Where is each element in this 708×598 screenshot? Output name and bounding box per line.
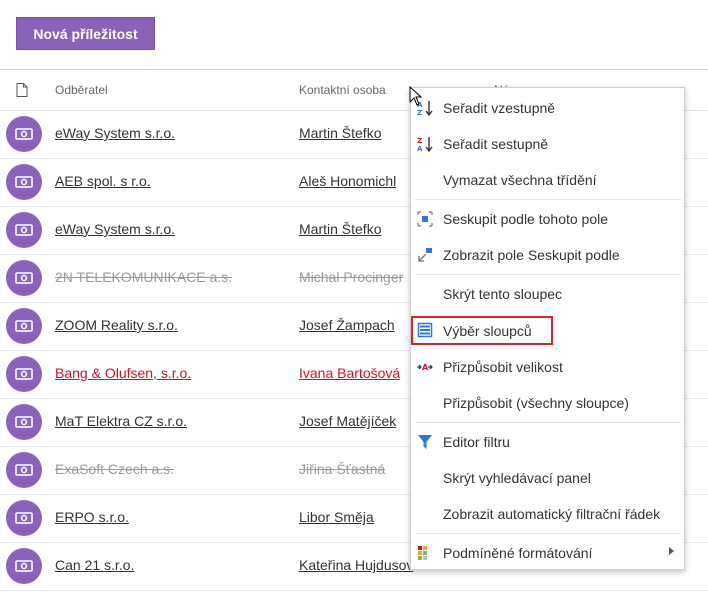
mouse-cursor-icon <box>409 86 423 106</box>
contact-link[interactable]: Ivana Bartošová <box>299 365 400 381</box>
customer-link[interactable]: MaT Elektra CZ s.r.o. <box>55 413 187 429</box>
contact-link[interactable]: Aleš Honomichl <box>299 173 396 189</box>
document-icon <box>16 83 28 97</box>
customer-link[interactable]: eWay System s.r.o. <box>55 221 175 237</box>
filter-icon <box>418 435 432 449</box>
submenu-arrow-icon <box>669 547 674 555</box>
menu-item-label: Skrýt tento sloupec <box>443 286 563 302</box>
customer-link[interactable]: Can 21 s.r.o. <box>55 557 134 573</box>
sort-descending-icon: Z A <box>417 137 433 152</box>
opportunity-icon <box>6 404 42 440</box>
menu-item-label: Seskupit podle tohoto pole <box>443 211 609 227</box>
opportunity-icon <box>6 452 42 488</box>
opportunity-icon <box>6 116 42 152</box>
contact-link[interactable]: Jiřina Šťastná <box>299 461 385 477</box>
menu-item-label: Skrýt vyhledávací panel <box>443 470 591 486</box>
grid-top-border <box>0 69 708 70</box>
conditional-formatting-icon <box>418 546 427 560</box>
opportunity-icon <box>6 356 42 392</box>
customer-link[interactable]: Bang & Olufsen, s.r.o. <box>55 365 191 381</box>
column-header-contact[interactable]: Kontaktní osoba <box>299 83 386 97</box>
customer-link[interactable]: ZOOM Reality s.r.o. <box>55 317 178 333</box>
contact-link[interactable]: Martin Štefko <box>299 125 381 141</box>
svg-text:Z: Z <box>417 109 422 116</box>
opportunity-icon <box>6 212 42 248</box>
column-chooser-icon <box>417 322 433 338</box>
customer-link[interactable]: ExaSoft Czech a.s. <box>55 461 174 477</box>
opportunity-icon <box>6 260 42 296</box>
contact-link[interactable]: Kateřina Hujdusov <box>299 557 413 573</box>
menu-item-column-chooser[interactable]: Výběr sloupců <box>411 316 553 345</box>
best-fit-icon: A <box>417 363 433 372</box>
menu-item-filter-editor[interactable]: Editor filtru <box>411 423 684 459</box>
menu-item-label: Podmíněné formátování <box>443 545 593 561</box>
opportunity-icon <box>6 548 42 584</box>
opportunity-icon <box>6 308 42 344</box>
menu-item-label: Seřadit sestupně <box>443 136 549 152</box>
menu-item-show-group-panel[interactable]: Zobrazit pole Seskupit podle <box>411 236 684 272</box>
menu-item-best-fit-all[interactable]: Přizpůsobit (všechny sloupce) <box>411 384 684 420</box>
contact-link[interactable]: Michal Procinger <box>299 269 403 285</box>
contact-link[interactable]: Josef Matějíček <box>299 413 396 429</box>
column-context-menu: A Z Seřadit vzestupně Z A Seřadit sestup… <box>410 87 685 570</box>
new-opportunity-button[interactable]: Nová příležitost <box>16 17 155 50</box>
contact-link[interactable]: Martin Štefko <box>299 221 381 237</box>
customer-link[interactable]: 2N TELEKOMUNIKACE a.s. <box>55 269 232 285</box>
row-divider <box>0 590 708 591</box>
menu-item-label: Přizpůsobit velikost <box>443 359 563 375</box>
menu-item-label: Přizpůsobit (všechny sloupce) <box>443 395 629 411</box>
menu-item-show-auto-filter-row[interactable]: Zobrazit automatický filtrační řádek <box>411 495 684 531</box>
opportunity-icon <box>6 500 42 536</box>
contact-link[interactable]: Libor Směja <box>299 509 374 525</box>
menu-item-label: Editor filtru <box>443 434 510 450</box>
column-header-customer[interactable]: Odběratel <box>55 83 108 97</box>
menu-item-label: Vymazat všechna třídění <box>443 172 597 188</box>
group-by-field-icon <box>417 211 433 227</box>
customer-link[interactable]: ERPO s.r.o. <box>55 509 129 525</box>
menu-item-label: Zobrazit automatický filtrační řádek <box>443 506 661 522</box>
menu-item-sort-ascending[interactable]: A Z Seřadit vzestupně <box>411 89 684 125</box>
opportunity-icon <box>6 164 42 200</box>
customer-link[interactable]: eWay System s.r.o. <box>55 125 175 141</box>
menu-item-conditional-formatting[interactable]: Podmíněné formátování <box>411 534 684 570</box>
svg-text:A: A <box>417 145 423 152</box>
menu-item-best-fit[interactable]: A Přizpůsobit velikost <box>411 348 684 384</box>
menu-item-clear-sorting[interactable]: Vymazat všechna třídění <box>411 161 684 197</box>
customer-link[interactable]: AEB spol. s r.o. <box>55 173 151 189</box>
menu-item-label: Zobrazit pole Seskupit podle <box>443 247 620 263</box>
menu-item-group-by-field[interactable]: Seskupit podle tohoto pole <box>411 200 684 236</box>
menu-item-label: Seřadit vzestupně <box>443 100 556 116</box>
svg-text:A: A <box>422 363 429 372</box>
svg-text:Z: Z <box>417 137 422 145</box>
show-group-panel-icon <box>418 248 432 262</box>
contact-link[interactable]: Josef Žampach <box>299 317 395 333</box>
menu-item-hide-column[interactable]: Skrýt tento sloupec <box>411 275 684 311</box>
menu-item-label: Výběr sloupců <box>443 323 532 339</box>
menu-item-hide-search-panel[interactable]: Skrýt vyhledávací panel <box>411 459 684 495</box>
menu-item-sort-descending[interactable]: Z A Seřadit sestupně <box>411 125 684 161</box>
